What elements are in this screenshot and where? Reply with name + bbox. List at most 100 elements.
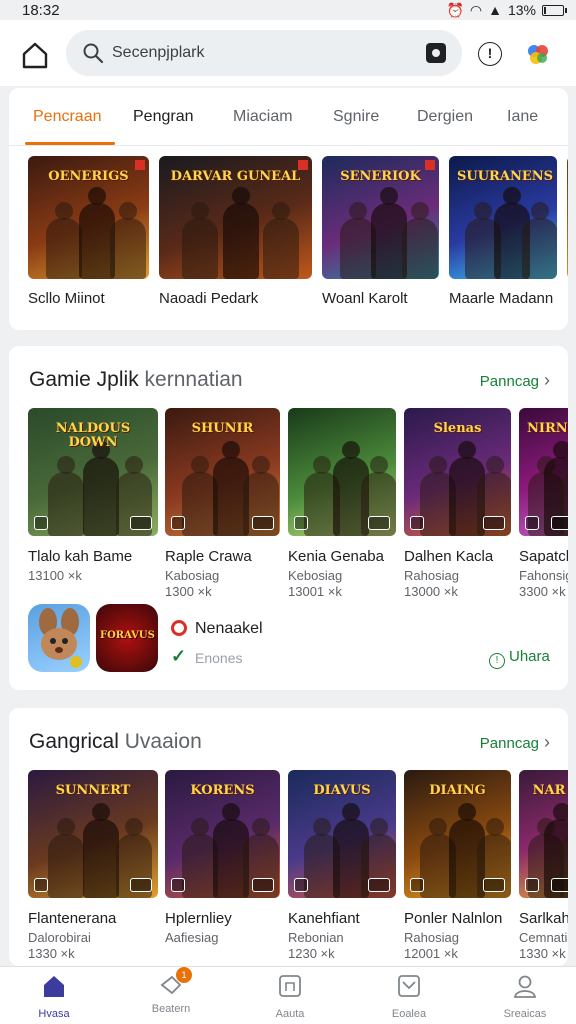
home-outline-icon[interactable] [20,40,50,70]
tab-dergien[interactable]: Dergien [417,108,473,126]
game-title: Sarlkah [519,910,568,927]
see-more-link[interactable]: Panncag [480,732,550,753]
section-category-card: Gangrical Uvaaion Panncag SUNNERT Flanten… [9,708,568,966]
info-icon[interactable]: ! [478,42,502,66]
game-title: Ponler Nalnlon [404,910,503,927]
check-icon: ✓ [171,646,187,666]
top-bar: Secenpjplark ! [0,20,576,86]
game-thumbnail[interactable]: OENERIGS [28,156,149,279]
game-thumbnail[interactable]: DIAVUS [288,770,396,898]
character-art [47,818,84,898]
tab-pencraan[interactable]: Pencraan [33,108,102,126]
account-avatar[interactable] [526,42,550,66]
game-thumbnail[interactable]: SUURANENS [449,156,557,279]
record-icon [171,620,187,636]
game-logo-text: KORENS [190,783,255,798]
character-art [263,201,300,279]
game-thumbnail[interactable]: SHUNIR [165,408,280,536]
tab-pengran[interactable]: Pengran [133,108,194,126]
game-meta: 13100 ×k [28,568,82,583]
tab-sgnire[interactable]: Sgnire [333,108,379,126]
nav-label: Aauta [275,1008,305,1020]
character-art [181,201,218,279]
game-thumbnail[interactable]: Slenas [404,408,511,536]
home-icon [44,976,64,997]
game-logo-text: NALDOUS DOWN [55,421,131,450]
status-bar: 18:32 ⏰ ◠ ▲ 13% [0,0,576,20]
apps-icon [279,975,301,997]
game-logo-text: DIAVUS [313,783,371,798]
nav-label: Eoalea [391,1008,427,1020]
nav-profile[interactable]: Sreaicas [485,973,565,1020]
device-icon [483,516,505,530]
game-title: N [567,290,568,307]
game-thumbnail[interactable]: NALDOUS DOWN [28,408,158,536]
nav-games[interactable]: 1 Beatern [131,967,211,1015]
game-thumbnail[interactable]: SUNNERT [28,770,158,898]
wifi-icon: ◠ [469,1,483,18]
edit-icon [34,878,48,892]
game-thumbnail[interactable] [567,156,568,279]
game-thumbnail[interactable] [288,408,396,536]
mouse-mascot-icon [39,608,82,668]
search-input[interactable]: Secenpjplark [112,44,426,62]
search-bar[interactable]: Secenpjplark [66,30,462,76]
game-logo-text: SENERIOK [340,169,421,184]
info-circle-icon: ! [489,653,505,669]
game-thumbnail[interactable]: DARVAR GUNEAL [159,156,312,279]
game-logo-text: SHUNIR [191,421,254,436]
edit-icon [171,516,185,530]
game-title: Hplernliey [165,910,232,927]
section-title-secondary: Uvaaion [124,730,202,753]
promo-app-name: Nenaakel [195,620,263,637]
edit-icon [294,878,308,892]
character-art [82,440,119,536]
tab-miaciam[interactable]: Miaciam [233,108,293,126]
game-thumbnail[interactable]: NAR [519,770,568,898]
game-meta: Kabosiag [165,568,220,583]
section-title-secondary: kernnatian [144,368,243,391]
device-icon [252,878,274,892]
corner-badge-icon [135,160,145,170]
games-icon: 1 [158,967,192,999]
game-title: Scllo Miinot [28,290,105,307]
device-icon [551,878,568,892]
game-meta: 13001 ×k [288,584,342,599]
device-icon [130,516,152,530]
game-logo-text: SUNNERT [55,783,131,798]
game-thumbnail[interactable]: NIRNG [519,408,568,536]
edit-icon [525,516,539,530]
game-meta: 1330 ×k [28,946,75,961]
nav-home[interactable]: Hvasa [14,973,94,1020]
install-label: Uhara [509,648,550,665]
game-title: Kenia Genaba [288,548,384,565]
nav-apps[interactable]: Aauta [250,973,330,1020]
battery-percent: 13% [507,2,536,18]
game-meta: Fahonsig [519,568,568,583]
game-meta: 12001 ×k [404,946,458,961]
nav-offers[interactable]: Eoalea [369,973,449,1020]
featured-card: Pencraan Pengran Miaciam Sgnire Dergien … [9,88,568,330]
tab-iane[interactable]: Iane [507,108,538,126]
section-title-main: Gamie Jplik [29,368,139,391]
game-title: Flantenerana [28,910,117,927]
promo-app-icon-1[interactable] [28,604,90,672]
section-title: Gangrical Uvaaion [29,730,202,754]
promo-app-sub: Enones [195,650,243,666]
see-more-link[interactable]: Panncag [480,370,550,391]
edit-icon [525,878,539,892]
game-meta: Rahosiag [404,568,459,583]
character-art [522,201,557,279]
alarm-icon: ⏰ [446,1,464,18]
game-title: Maarle Madann [449,290,554,307]
signal-icon: ▲ [488,2,502,18]
game-thumbnail[interactable]: DIAING [404,770,511,898]
edit-icon [410,516,424,530]
camera-search-icon[interactable] [426,43,446,63]
game-meta: Rahosiag [404,930,459,945]
game-thumbnail[interactable]: SENERIOK [322,156,439,279]
game-thumbnail[interactable]: KORENS [165,770,280,898]
device-icon [551,516,568,530]
install-button[interactable]: ! Uhara [489,648,550,669]
promo-app-icon-2[interactable]: FORAVUS [96,604,158,672]
